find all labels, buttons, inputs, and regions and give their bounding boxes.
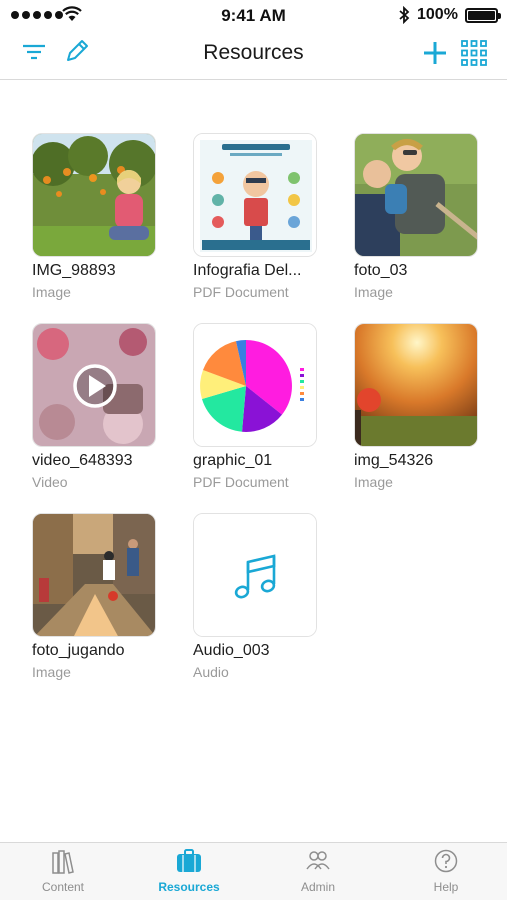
resource-name: Audio_003 (193, 642, 270, 659)
resource-name: foto_jugando (32, 642, 125, 659)
resource-type: PDF Document (193, 474, 289, 490)
image-thumbnail (32, 133, 156, 257)
books-icon (52, 850, 74, 874)
briefcase-icon (177, 849, 201, 872)
status-bar: 9:41 AM 100% (0, 0, 507, 30)
tab-label: Resources (158, 880, 220, 894)
image-thumbnail (354, 323, 478, 447)
help-icon (434, 849, 458, 873)
tab-label: Help (433, 880, 459, 894)
tab-content[interactable]: Content (0, 843, 126, 900)
pdf-thumbnail (193, 133, 317, 257)
resource-name: Infografia Del... (193, 262, 302, 279)
tab-bar: Content Resources Admin Help (0, 842, 507, 900)
tab-label: Content (41, 880, 85, 894)
users-icon (306, 851, 330, 870)
resource-type: Image (354, 284, 393, 300)
resource-name: video_648393 (32, 452, 133, 469)
resource-name: foto_03 (354, 262, 408, 279)
grid-view-icon[interactable] (461, 40, 487, 66)
resource-type: Image (32, 664, 71, 680)
tab-help[interactable]: Help (383, 843, 507, 900)
battery-icon (465, 8, 501, 23)
audio-thumbnail (193, 513, 317, 637)
resource-type: Image (354, 474, 393, 490)
resource-type: Audio (193, 664, 229, 680)
image-thumbnail (32, 513, 156, 637)
video-thumbnail (32, 323, 156, 447)
pdf-thumbnail (193, 323, 317, 447)
resource-type: Image (32, 284, 71, 300)
resource-type: Video (32, 474, 68, 490)
battery-percentage: 100% (417, 6, 458, 23)
resource-name: IMG_98893 (32, 262, 116, 279)
tab-label: Admin (300, 880, 335, 894)
add-icon[interactable] (422, 40, 448, 66)
tab-resources[interactable]: Resources (126, 843, 252, 900)
tab-admin[interactable]: Admin (255, 843, 381, 900)
resource-name: graphic_01 (193, 452, 273, 469)
navigation-bar: Resources (0, 30, 507, 80)
bluetooth-icon (399, 6, 410, 24)
image-thumbnail (354, 133, 478, 257)
resource-name: img_54326 (354, 452, 434, 469)
resource-type: PDF Document (193, 284, 289, 300)
